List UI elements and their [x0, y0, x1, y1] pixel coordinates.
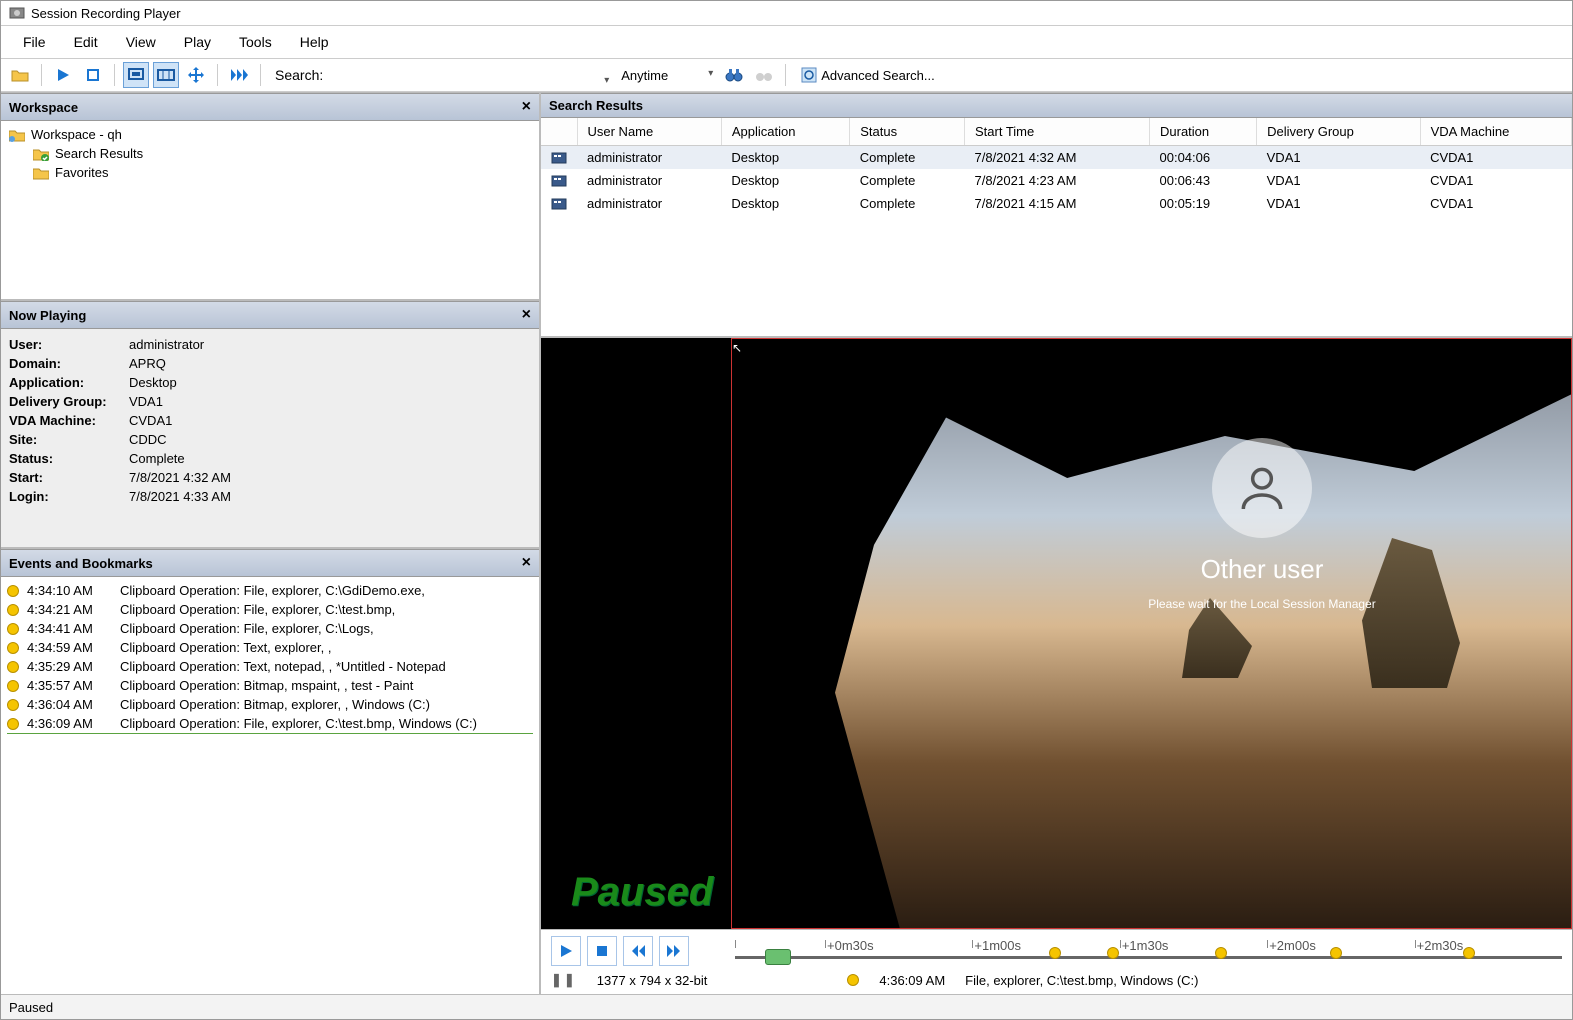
event-row[interactable]: 4:34:41 AMClipboard Operation: File, exp…: [7, 619, 533, 638]
timeline-markers: [735, 947, 1562, 963]
now-playing-row: VDA Machine:CVDA1: [9, 411, 531, 430]
menu-tools[interactable]: Tools: [225, 30, 286, 54]
toolbar: Search: Anytime Advanced Search...: [1, 59, 1572, 92]
now-playing-panel[interactable]: User:administratorDomain:APRQApplication…: [1, 329, 539, 549]
search-input[interactable]: [333, 73, 613, 77]
workspace-tree: Workspace - qh Search Results Favorites: [1, 121, 539, 301]
monitor2-button[interactable]: [153, 62, 179, 88]
event-row[interactable]: 4:34:10 AMClipboard Operation: File, exp…: [7, 581, 533, 600]
workspace-close-icon[interactable]: ×: [522, 98, 531, 116]
column-header[interactable]: VDA Machine: [1420, 118, 1571, 146]
workspace-favorites[interactable]: Favorites: [5, 163, 535, 182]
current-event-time: 4:36:09 AM: [879, 973, 945, 988]
search-results-header: Search Results: [541, 93, 1572, 118]
event-row[interactable]: 4:34:21 AMClipboard Operation: File, exp…: [7, 600, 533, 619]
menu-view[interactable]: View: [112, 30, 170, 54]
binoculars-search-icon[interactable]: [721, 62, 747, 88]
event-row[interactable]: 4:36:04 AMClipboard Operation: Bitmap, e…: [7, 695, 533, 714]
table-row[interactable]: administratorDesktopComplete7/8/2021 4:3…: [541, 146, 1572, 170]
folder-check-icon: [33, 147, 49, 161]
workspace-root[interactable]: Workspace - qh: [5, 125, 535, 144]
advanced-search-button[interactable]: Advanced Search...: [794, 62, 941, 88]
column-header[interactable]: Delivery Group: [1257, 118, 1420, 146]
open-button[interactable]: [7, 62, 33, 88]
column-header[interactable]: Application: [721, 118, 849, 146]
column-header[interactable]: Status: [850, 118, 965, 146]
player-controls: +0m30s+1m00s+1m30s+2m00s+2m30s ❚❚: [541, 929, 1572, 994]
search-results-panel: User NameApplicationStatusStart TimeDura…: [541, 118, 1572, 338]
events-close-icon[interactable]: ×: [522, 554, 531, 572]
search-label: Search:: [275, 67, 323, 83]
now-playing-row: User:administrator: [9, 335, 531, 354]
column-header[interactable]: Start Time: [965, 118, 1150, 146]
column-header[interactable]: Duration: [1150, 118, 1257, 146]
statusbar: Paused: [1, 994, 1572, 1019]
stop-button[interactable]: [80, 62, 106, 88]
table-row[interactable]: administratorDesktopComplete7/8/2021 4:2…: [541, 169, 1572, 192]
cursor-icon: ↖: [732, 341, 742, 355]
table-row[interactable]: administratorDesktopComplete7/8/2021 4:1…: [541, 192, 1572, 215]
now-playing-row: Login:7/8/2021 4:33 AM: [9, 487, 531, 506]
timeline[interactable]: +0m30s+1m00s+1m30s+2m00s+2m30s: [735, 942, 1562, 961]
pc-play-button[interactable]: [551, 936, 581, 966]
now-playing-row: Delivery Group:VDA1: [9, 392, 531, 411]
menu-file[interactable]: File: [9, 30, 60, 54]
now-playing-row: Site:CDDC: [9, 430, 531, 449]
now-playing-row: Status:Complete: [9, 449, 531, 468]
event-row[interactable]: 4:35:57 AMClipboard Operation: Bitmap, m…: [7, 676, 533, 695]
move-button[interactable]: [183, 62, 209, 88]
skip-button[interactable]: [226, 62, 252, 88]
monitor1-button[interactable]: [123, 62, 149, 88]
time-filter-dropdown[interactable]: Anytime: [617, 66, 717, 85]
event-row[interactable]: 4:35:29 AMClipboard Operation: Text, not…: [7, 657, 533, 676]
paused-overlay: Paused: [571, 870, 713, 915]
folder-link-icon: [9, 128, 25, 142]
current-event-desc: File, explorer, C:\test.bmp, Windows (C:…: [965, 973, 1198, 988]
menu-edit[interactable]: Edit: [60, 30, 112, 54]
app-window: Session Recording Player File Edit View …: [0, 0, 1573, 1020]
play-button[interactable]: [50, 62, 76, 88]
now-playing-close-icon[interactable]: ×: [522, 306, 531, 324]
menu-help[interactable]: Help: [286, 30, 343, 54]
workspace-header: Workspace ×: [1, 93, 539, 121]
pc-forward-button[interactable]: [659, 936, 689, 966]
event-row[interactable]: 4:36:09 AMClipboard Operation: File, exp…: [7, 714, 533, 734]
now-playing-row: Domain:APRQ: [9, 354, 531, 373]
event-row[interactable]: 4:34:59 AMClipboard Operation: Text, exp…: [7, 638, 533, 657]
search-results-table: User NameApplicationStatusStart TimeDura…: [541, 118, 1572, 215]
app-icon: [9, 5, 25, 21]
event-marker-icon: [847, 974, 859, 986]
pause-indicator-icon: ❚❚: [551, 972, 577, 988]
binoculars-disabled-icon: [751, 62, 777, 88]
titlebar: Session Recording Player: [1, 1, 1572, 26]
pc-stop-button[interactable]: [587, 936, 617, 966]
now-playing-row: Start:7/8/2021 4:32 AM: [9, 468, 531, 487]
events-list: 4:34:10 AMClipboard Operation: File, exp…: [1, 577, 539, 994]
pc-rewind-button[interactable]: [623, 936, 653, 966]
workspace-search-results[interactable]: Search Results: [5, 144, 535, 163]
folder-icon: [33, 166, 49, 180]
now-playing-row: Application:Desktop: [9, 373, 531, 392]
events-header: Events and Bookmarks ×: [1, 549, 539, 577]
now-playing-header: Now Playing ×: [1, 301, 539, 329]
menu-play[interactable]: Play: [170, 30, 225, 54]
window-title: Session Recording Player: [31, 6, 181, 21]
resolution-label: 1377 x 794 x 32-bit: [597, 973, 708, 988]
column-header[interactable]: User Name: [577, 118, 721, 146]
menubar: File Edit View Play Tools Help: [1, 26, 1572, 59]
player-viewport[interactable]: Other user Please wait for the Local Ses…: [541, 338, 1572, 929]
